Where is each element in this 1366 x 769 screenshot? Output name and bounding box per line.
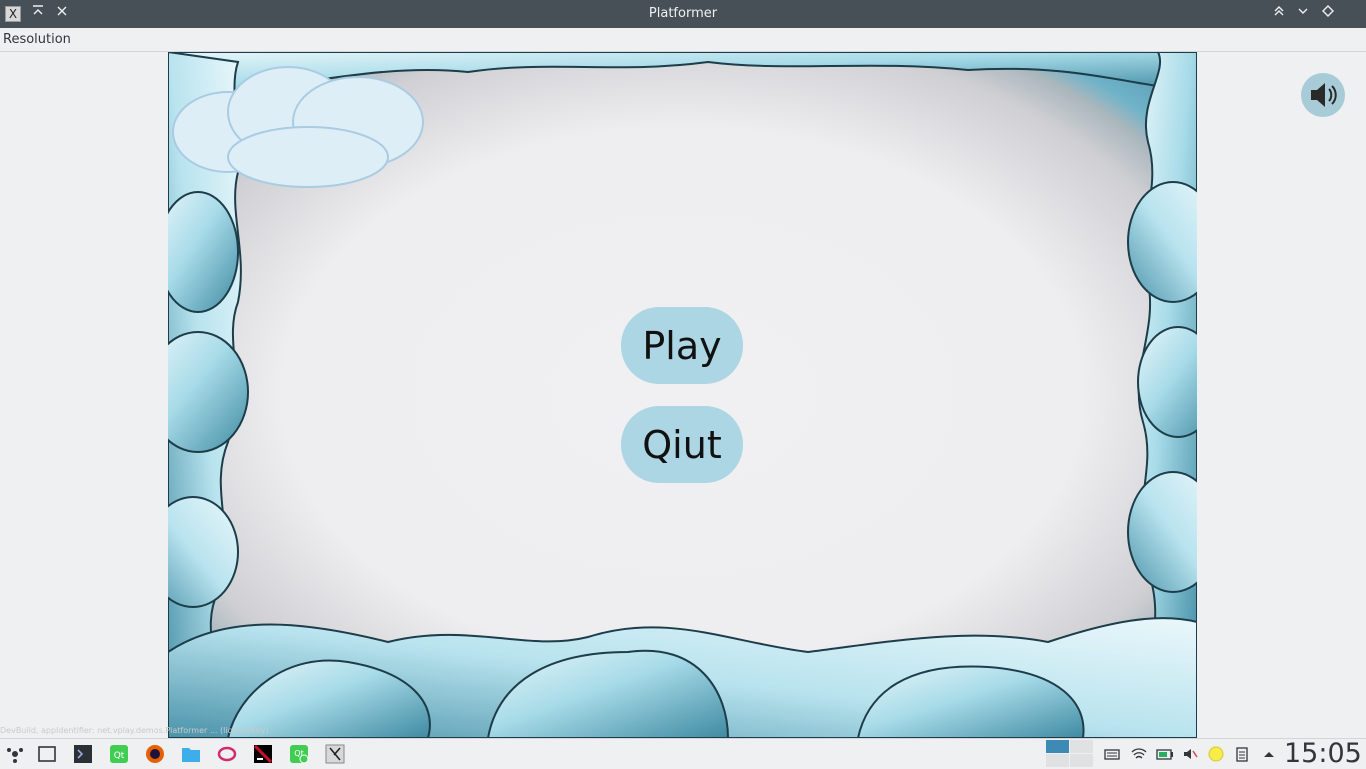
- minimize-icon[interactable]: [1269, 4, 1289, 24]
- sound-toggle-button[interactable]: [1301, 73, 1345, 117]
- desktop-1-cell[interactable]: [1046, 740, 1069, 753]
- desktop-2-cell[interactable]: [1070, 740, 1093, 753]
- game-canvas: Play Qiut: [168, 52, 1197, 738]
- firefox-icon[interactable]: [145, 744, 165, 764]
- platformer-app-icon[interactable]: [325, 744, 345, 764]
- clock[interactable]: 15:05: [1284, 739, 1362, 769]
- cloud-decoration: [172, 66, 424, 188]
- night-light-icon[interactable]: [1208, 746, 1224, 762]
- quit-button[interactable]: Qiut: [621, 406, 743, 483]
- window-title: Platformer: [648, 6, 718, 21]
- show-desktop-icon[interactable]: [37, 744, 57, 764]
- taskbar: Qt Qt 15:05: [0, 738, 1366, 769]
- menu-resolution[interactable]: Resolution: [3, 32, 71, 47]
- speaker-icon: [1311, 83, 1337, 107]
- window-titlebar: X Platformer: [0, 0, 1366, 28]
- devbuild-watermark: DevBuild, appIdentifier: net.vplay.demos…: [0, 726, 269, 735]
- desktop-3-cell[interactable]: [1046, 754, 1069, 767]
- svg-text:Qt: Qt: [114, 751, 125, 761]
- battery-icon[interactable]: [1156, 746, 1173, 762]
- qt-creator-icon[interactable]: Qt: [109, 744, 129, 764]
- maximize-icon[interactable]: [1318, 4, 1338, 24]
- volume-icon[interactable]: [1182, 746, 1198, 762]
- expand-tray-icon[interactable]: [1261, 746, 1277, 762]
- clipboard-icon[interactable]: [1234, 746, 1250, 762]
- application-launcher-icon[interactable]: [5, 744, 25, 764]
- desktop-4-cell[interactable]: [1070, 754, 1093, 767]
- jetbrains-icon[interactable]: [253, 744, 273, 764]
- restore-icon[interactable]: [1293, 4, 1313, 24]
- menubar: Resolution: [0, 28, 1366, 52]
- virtual-desktop-pager[interactable]: [1046, 740, 1094, 768]
- wifi-icon[interactable]: [1131, 746, 1147, 762]
- play-button[interactable]: Play: [621, 307, 743, 384]
- file-manager-icon[interactable]: [181, 744, 201, 764]
- keyboard-icon[interactable]: [1104, 746, 1120, 762]
- chromium-icon[interactable]: [217, 744, 237, 764]
- qt-maintenance-icon[interactable]: Qt: [289, 744, 309, 764]
- terminal-icon[interactable]: [73, 744, 93, 764]
